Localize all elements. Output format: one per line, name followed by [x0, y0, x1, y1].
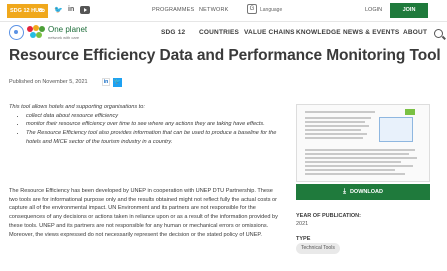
- list-item: collect data about resource efficiency: [26, 112, 279, 121]
- sdg12-hub-badge[interactable]: SDG 12 HUB ∞: [7, 4, 48, 18]
- tag-technical-tools[interactable]: Technical Tools: [296, 243, 340, 254]
- nav-knowledge[interactable]: KNOWLEDGE: [296, 29, 341, 36]
- list-item: The Resource Efficiency tool also provid…: [26, 129, 279, 146]
- year-label: YEAR OF PUBLICATION:: [296, 213, 361, 219]
- youtube-icon[interactable]: [80, 6, 90, 14]
- type-label: TYPE: [296, 236, 311, 242]
- nav-news-events[interactable]: NEWS & EVENTS: [343, 29, 399, 36]
- search-icon[interactable]: [434, 29, 443, 38]
- intro-lead: This tool allows hotels and supporting o…: [9, 104, 145, 110]
- join-button[interactable]: JOIN: [390, 3, 428, 18]
- year-value: 2021: [296, 221, 309, 227]
- nav-sdg12[interactable]: SDG 12: [161, 29, 185, 36]
- nav-countries[interactable]: COUNTRIES: [199, 29, 239, 36]
- document-thumbnail[interactable]: [296, 104, 430, 182]
- brand-tagline: network with care: [48, 35, 80, 40]
- download-label: DOWNLOAD: [349, 189, 383, 195]
- twitter-share-icon[interactable]: 🐦: [113, 78, 122, 87]
- one-planet-logo-icon[interactable]: [27, 25, 45, 41]
- twitter-icon[interactable]: 🐦: [54, 6, 63, 14]
- intro-bullets: collect data about resource efficiency m…: [9, 112, 279, 147]
- disclaimer-text: The Resource Efficiency has been develop…: [9, 188, 278, 238]
- published-date: Published on November 5, 2021: [9, 79, 88, 85]
- un-logo-icon[interactable]: [9, 25, 24, 40]
- topnav-programmes[interactable]: PROGRAMMES: [152, 7, 194, 13]
- page-title: Resource Efficiency Data and Performance…: [9, 47, 441, 64]
- infinity-icon: ∞: [38, 5, 45, 15]
- translate-icon: G: [247, 4, 257, 14]
- list-item: monitor their resource efficiency over t…: [26, 120, 279, 129]
- linkedin-share-icon[interactable]: in: [102, 78, 110, 86]
- login-link[interactable]: LOGIN: [365, 7, 382, 13]
- language-label: Language: [260, 7, 283, 13]
- nav-about[interactable]: ABOUT: [403, 29, 427, 36]
- download-icon: ⤓: [343, 188, 346, 195]
- top-bar: SDG 12 HUB ∞ 🐦 in PROGRAMMES NETWORK G L…: [0, 0, 447, 22]
- download-button[interactable]: ⤓ DOWNLOAD: [296, 184, 430, 200]
- topnav-network[interactable]: NETWORK: [199, 7, 229, 13]
- linkedin-icon[interactable]: in: [68, 6, 74, 13]
- nav-value-chains[interactable]: VALUE CHAINS: [244, 29, 295, 36]
- main-nav: One planet network with care SDG 12 COUN…: [0, 22, 447, 44]
- brand-name: One planet: [48, 25, 88, 34]
- intro-section: This tool allows hotels and supporting o…: [9, 103, 279, 147]
